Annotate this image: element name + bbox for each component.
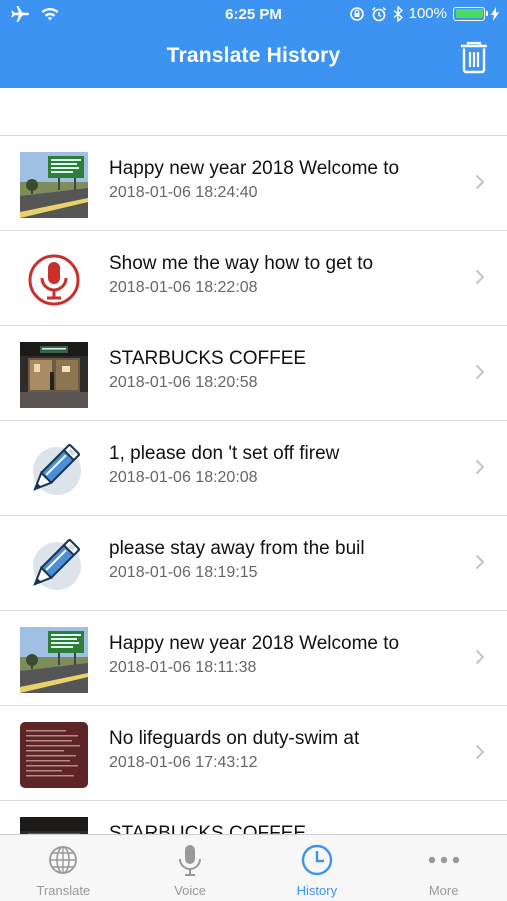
battery-percent: 100% bbox=[408, 5, 447, 22]
list-item[interactable]: STARBUCKS COFFEE bbox=[0, 801, 507, 834]
microphone-icon bbox=[179, 845, 202, 876]
row-timestamp: 2018-01-06 18:24:40 bbox=[109, 184, 258, 201]
list-item[interactable]: Happy new year 2018 Welcome to 2018-01-0… bbox=[0, 611, 507, 706]
microphone-icon bbox=[28, 254, 80, 306]
chevron-right-icon bbox=[475, 649, 485, 665]
row-title: Happy new year 2018 Welcome to bbox=[109, 158, 400, 179]
list-item[interactable]: Show me the way how to get to 2018-01-06… bbox=[0, 231, 507, 326]
tab-bar: Translate Voice History More bbox=[0, 834, 507, 901]
row-timestamp: 2018-01-06 18:19:15 bbox=[109, 564, 258, 581]
trash-icon[interactable] bbox=[459, 40, 489, 74]
photo-thumbnail bbox=[20, 342, 88, 408]
tab-label: History bbox=[296, 883, 338, 898]
rotation-lock-icon bbox=[349, 6, 364, 21]
page-title: Translate History bbox=[166, 44, 341, 67]
list-item[interactable]: 1, please don 't set off firew 2018-01-0… bbox=[0, 421, 507, 516]
tab-voice[interactable]: Voice bbox=[127, 835, 254, 901]
status-bar: 6:25 PM 100% bbox=[0, 0, 507, 30]
alarm-icon bbox=[371, 6, 386, 21]
status-right: 100% bbox=[349, 5, 499, 22]
row-timestamp: 2018-01-06 18:11:38 bbox=[109, 659, 257, 676]
chevron-right-icon bbox=[475, 744, 485, 760]
search-area[interactable] bbox=[0, 88, 507, 136]
row-timestamp: 2018-01-06 18:22:08 bbox=[109, 279, 258, 296]
tab-label: Voice bbox=[174, 883, 207, 898]
globe-icon bbox=[49, 846, 78, 874]
tab-label: More bbox=[428, 883, 459, 898]
tab-translate[interactable]: Translate bbox=[0, 835, 127, 901]
photo-thumbnail bbox=[20, 152, 88, 218]
photo-thumbnail bbox=[20, 817, 88, 834]
chevron-right-icon bbox=[475, 554, 485, 570]
photo-thumbnail bbox=[20, 722, 88, 788]
tab-history[interactable]: History bbox=[254, 835, 381, 901]
row-title: Happy new year 2018 Welcome to bbox=[109, 633, 400, 654]
row-title: No lifeguards on duty-swim at bbox=[109, 728, 360, 749]
chevron-right-icon bbox=[475, 269, 485, 285]
clock-icon bbox=[301, 844, 333, 876]
tab-label: Translate bbox=[36, 883, 91, 898]
photo-thumbnail bbox=[20, 627, 88, 693]
row-title: please stay away from the buil bbox=[109, 538, 365, 559]
chevron-right-icon bbox=[475, 174, 485, 190]
tab-more[interactable]: More bbox=[380, 835, 507, 901]
row-timestamp: 2018-01-06 18:20:58 bbox=[109, 374, 258, 391]
row-timestamp: 2018-01-06 18:20:08 bbox=[109, 469, 258, 486]
pencil-icon bbox=[33, 538, 81, 590]
row-title: STARBUCKS COFFEE bbox=[109, 348, 307, 369]
nav-bar: 6:25 PM 100% Translate History bbox=[0, 0, 507, 88]
list-item[interactable]: please stay away from the buil 2018-01-0… bbox=[0, 516, 507, 611]
chevron-right-icon bbox=[475, 364, 485, 380]
row-title: STARBUCKS COFFEE bbox=[109, 823, 307, 834]
battery-icon bbox=[453, 6, 488, 21]
list-item[interactable]: Happy new year 2018 Welcome to 2018-01-0… bbox=[0, 136, 507, 231]
pencil-icon bbox=[33, 443, 81, 495]
chevron-right-icon bbox=[475, 459, 485, 475]
charging-icon bbox=[491, 6, 499, 21]
more-icon bbox=[428, 856, 459, 864]
list-item[interactable]: No lifeguards on duty-swim at 2018-01-06… bbox=[0, 706, 507, 801]
bluetooth-icon bbox=[393, 5, 403, 22]
row-title: 1, please don 't set off firew bbox=[109, 443, 340, 464]
history-list: Happy new year 2018 Welcome to 2018-01-0… bbox=[0, 136, 507, 834]
row-title: Show me the way how to get to bbox=[109, 253, 374, 274]
row-timestamp: 2018-01-06 17:43:12 bbox=[109, 754, 258, 771]
list-item[interactable]: STARBUCKS COFFEE 2018-01-06 18:20:58 bbox=[0, 326, 507, 421]
